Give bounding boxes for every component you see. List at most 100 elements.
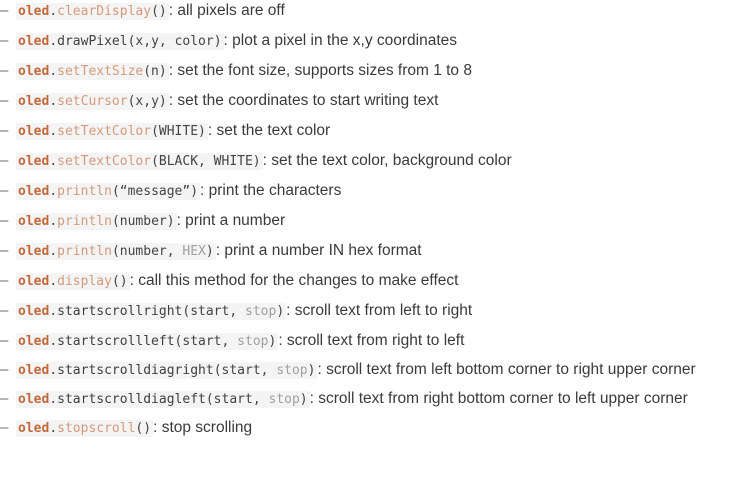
list-item-start-scroll-diag-left: – oled.startscrolldiagleft(start, stop):… bbox=[0, 385, 731, 414]
object-name: oled bbox=[18, 391, 50, 407]
method-name: setTextSize bbox=[57, 64, 144, 79]
method-description: scroll text from right to left bbox=[282, 332, 465, 349]
api-method-list: – oled.clearDisplay(): all pixels are of… bbox=[0, 0, 731, 443]
dot: . bbox=[49, 34, 58, 49]
code-snippet: oled.println(number, HEX) bbox=[16, 243, 216, 260]
bullet-dash: – bbox=[0, 302, 9, 319]
list-item-start-scroll-diag-right: – oled.startscrolldiagright(start, stop)… bbox=[0, 356, 731, 385]
code-snippet: oled.drawPixel(x,y, color) bbox=[16, 33, 224, 50]
method-args: (start, bbox=[205, 391, 269, 407]
method-description: all pixels are off bbox=[173, 2, 285, 19]
dot: . bbox=[49, 363, 58, 378]
method-name: startscrollleft bbox=[57, 334, 175, 349]
method-description: set the font size, supports sizes from 1… bbox=[173, 62, 472, 79]
method-name: display bbox=[57, 274, 112, 289]
object-name: oled bbox=[18, 421, 50, 436]
method-name: drawPixel bbox=[57, 34, 128, 49]
method-args: (“message”) bbox=[111, 184, 199, 199]
method-name: stopscroll bbox=[57, 421, 136, 436]
dot: . bbox=[49, 274, 58, 289]
method-description: scroll text from left bottom corner to r… bbox=[321, 361, 696, 378]
object-name: oled bbox=[18, 34, 50, 49]
method-arg-keyword: stop bbox=[276, 363, 308, 378]
object-name: oled bbox=[18, 363, 50, 378]
method-name: println bbox=[57, 184, 112, 199]
method-name: setTextColor bbox=[57, 154, 152, 169]
method-arg-keyword: stop bbox=[237, 334, 269, 349]
method-args: (x,y, bbox=[127, 34, 175, 49]
method-args: (number) bbox=[111, 214, 175, 229]
method-args: (number, bbox=[111, 244, 183, 259]
code-snippet: oled.startscrollleft(start, stop) bbox=[16, 333, 279, 350]
list-item-clear-display: – oled.clearDisplay(): all pixels are of… bbox=[0, 0, 731, 26]
bullet-dash: – bbox=[0, 361, 9, 378]
bullet-dash: – bbox=[0, 212, 9, 229]
list-item-println-message: – oled.println(“message”): print the cha… bbox=[0, 176, 731, 206]
bullet-dash: – bbox=[0, 122, 9, 139]
bullet-dash: – bbox=[0, 92, 9, 109]
bullet-dash: – bbox=[0, 152, 9, 169]
bullet-dash: – bbox=[0, 272, 9, 289]
list-item-set-text-color-white: – oled.setTextColor(WHITE): set the text… bbox=[0, 116, 731, 146]
dot: . bbox=[49, 421, 58, 436]
method-description: scroll text from left to right bbox=[290, 302, 473, 319]
method-args: (start, bbox=[174, 334, 238, 349]
method-name: println bbox=[57, 244, 112, 259]
method-args: (start, bbox=[182, 304, 245, 319]
dot: . bbox=[49, 184, 58, 199]
method-args-end: color) bbox=[174, 34, 222, 49]
bullet-dash: – bbox=[0, 332, 9, 349]
method-arg-keyword: stop bbox=[245, 304, 277, 319]
bullet-dash: – bbox=[0, 242, 9, 259]
dot: . bbox=[49, 154, 58, 169]
object-name: oled bbox=[18, 94, 50, 109]
method-arg-keyword: stop bbox=[268, 391, 300, 407]
method-args: (x,y) bbox=[127, 94, 167, 109]
dot: . bbox=[49, 334, 58, 349]
dot: . bbox=[49, 124, 58, 139]
code-snippet: oled.clearDisplay() bbox=[16, 3, 169, 20]
method-args: (BLACK, WHITE) bbox=[151, 154, 261, 169]
bullet-dash: – bbox=[0, 62, 9, 79]
bullet-dash: – bbox=[0, 32, 9, 49]
code-snippet: oled.startscrolldiagleft(start, stop) bbox=[16, 390, 310, 408]
method-args: (start, bbox=[213, 363, 277, 378]
method-args-end: ) bbox=[205, 244, 214, 259]
method-args: () bbox=[111, 274, 128, 289]
list-item-draw-pixel: – oled.drawPixel(x,y, color): plot a pix… bbox=[0, 26, 731, 56]
list-item-start-scroll-left: – oled.startscrollleft(start, stop): scr… bbox=[0, 326, 731, 356]
object-name: oled bbox=[18, 334, 50, 349]
dot: . bbox=[49, 244, 58, 259]
list-item-println-hex: – oled.println(number, HEX): print a num… bbox=[0, 236, 731, 266]
list-item-start-scroll-right: – oled.startscrollright(start, stop): sc… bbox=[0, 296, 731, 326]
list-item-set-cursor: – oled.setCursor(x,y): set the coordinat… bbox=[0, 86, 731, 116]
object-name: oled bbox=[18, 244, 50, 259]
method-description: print a number IN hex format bbox=[220, 242, 422, 259]
method-name: startscrolldiagright bbox=[57, 363, 214, 378]
method-arg-keyword: HEX bbox=[182, 244, 206, 259]
list-item-stop-scroll: – oled.stopscroll(): stop scrolling bbox=[0, 413, 731, 443]
object-name: oled bbox=[18, 274, 50, 289]
method-name: println bbox=[57, 214, 112, 229]
method-description: print the characters bbox=[204, 182, 342, 199]
code-snippet: oled.setTextSize(n) bbox=[16, 63, 169, 80]
method-description: set the coordinates to start writing tex… bbox=[173, 92, 439, 109]
dot: . bbox=[49, 94, 58, 109]
method-args-end: ) bbox=[299, 391, 308, 407]
method-args: (WHITE) bbox=[151, 124, 206, 139]
method-name: startscrolldiagleft bbox=[57, 391, 206, 407]
dot: . bbox=[49, 64, 58, 79]
method-description: print a number bbox=[180, 212, 286, 229]
bullet-dash: – bbox=[0, 419, 9, 436]
dot: . bbox=[49, 391, 58, 407]
list-item-println-number: – oled.println(number): print a number bbox=[0, 206, 731, 236]
code-snippet: oled.startscrollright(start, stop) bbox=[16, 303, 287, 320]
object-name: oled bbox=[18, 214, 50, 229]
code-snippet: oled.println(“message”) bbox=[16, 183, 201, 200]
method-args: () bbox=[151, 4, 167, 19]
method-args: () bbox=[135, 421, 152, 436]
list-item-set-text-color-black-white: – oled.setTextColor(BLACK, WHITE): set t… bbox=[0, 146, 731, 176]
method-args-end: ) bbox=[276, 304, 285, 319]
code-snippet: oled.setCursor(x,y) bbox=[16, 93, 169, 110]
method-description: scroll text from right bottom corner to … bbox=[313, 389, 688, 407]
